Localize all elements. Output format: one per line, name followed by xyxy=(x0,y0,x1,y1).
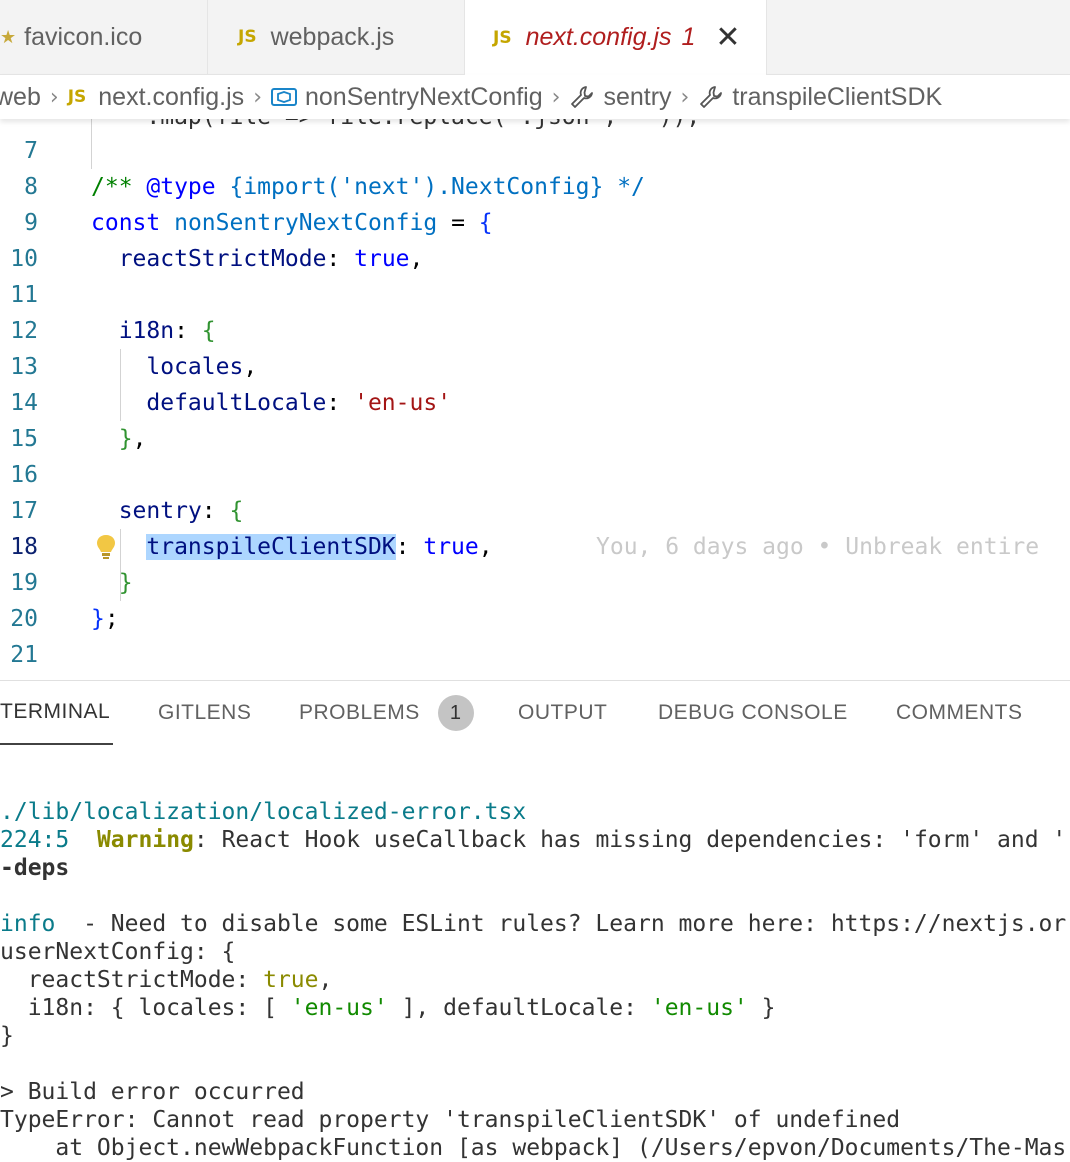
code-line: 15 }, xyxy=(0,421,1070,457)
editor-tab-bar: ★ favicon.ico JS webpack.js JS next.conf… xyxy=(0,0,1070,75)
breadcrumb-label: web xyxy=(0,82,41,111)
tab-output[interactable]: OUTPUT xyxy=(518,681,607,745)
code-line: 16 xyxy=(0,457,1070,493)
code-line: 8 /** @type {import('next').NextConfig} … xyxy=(0,169,1070,205)
git-blame-annotation[interactable]: You, 6 days ago • Unbreak entire xyxy=(596,534,1039,560)
line-number: 11 xyxy=(10,282,38,308)
code-line: 9 const nonSentryNextConfig = { xyxy=(0,205,1070,241)
code-editor[interactable]: .map(file => file.replace('.json', ''));… xyxy=(0,119,1070,679)
breadcrumb-item-sentry[interactable]: sentry xyxy=(569,82,672,112)
panel-tab-bar: TERMINAL GITLENS PROBLEMS 1 OUTPUT DEBUG… xyxy=(0,681,1070,745)
code-text: sentry: { xyxy=(118,498,244,524)
tab-label: PROBLEMS xyxy=(299,701,420,724)
code-line: 11 xyxy=(0,277,1070,313)
code-text: defaultLocale: 'en-us' xyxy=(146,390,452,416)
line-number: 19 xyxy=(10,570,38,596)
breadcrumb-label: transpileClientSDK xyxy=(732,82,943,111)
code-text: locales, xyxy=(146,354,258,380)
javascript-file-icon: JS xyxy=(67,87,87,107)
line-number: 16 xyxy=(10,462,38,488)
line-number: 7 xyxy=(24,138,38,164)
breadcrumb-item-file[interactable]: JS next.config.js xyxy=(68,83,245,112)
breadcrumb-label: next.config.js xyxy=(98,82,245,111)
code-line: 10 reactStrictMode: true, xyxy=(0,241,1070,277)
problems-count: 1 xyxy=(681,23,696,51)
line-number: 12 xyxy=(10,318,38,344)
code-line: 17 sentry: { xyxy=(0,493,1070,529)
chevron-right-icon: › xyxy=(551,84,561,110)
wrench-icon xyxy=(571,86,594,108)
chevron-right-icon: › xyxy=(680,84,690,110)
tab-comments[interactable]: COMMENTS xyxy=(896,681,1023,745)
tab-next-config[interactable]: JS next.config.js 1 ✕ xyxy=(465,0,767,75)
line-number: 14 xyxy=(10,390,38,416)
terminal-line: > Build error occurred xyxy=(0,1079,305,1105)
code-text: reactStrictMode: true, xyxy=(118,246,424,272)
code-line: 7 xyxy=(0,133,1070,169)
code-text: /** @type {import('next').NextConfig} */ xyxy=(91,174,645,200)
line-number: 13 xyxy=(10,354,38,380)
code-line: 20 }; xyxy=(0,601,1070,637)
code-text: } xyxy=(118,570,133,596)
code-line: 14 defaultLocale: 'en-us' xyxy=(0,385,1070,421)
line-number: 15 xyxy=(10,426,38,452)
breadcrumb-label: nonSentryNextConfig xyxy=(305,82,543,111)
terminal-line: } xyxy=(0,1023,14,1049)
javascript-file-icon: JS xyxy=(493,27,512,48)
code-line: 13 locales, xyxy=(0,349,1070,385)
tab-terminal[interactable]: TERMINAL xyxy=(0,681,113,745)
tab-label: webpack.js xyxy=(270,22,395,51)
javascript-file-icon: JS xyxy=(238,27,257,47)
line-number: 18 xyxy=(10,534,38,560)
tab-webpack[interactable]: JS webpack.js xyxy=(208,0,465,74)
terminal-line: TypeError: Cannot read property 'transpi… xyxy=(0,1107,901,1133)
code-text: const nonSentryNextConfig = { xyxy=(91,210,493,236)
variable-icon xyxy=(271,88,297,106)
terminal-line: at Object.newWebpackFunction [as webpack… xyxy=(0,1135,1067,1161)
close-icon[interactable]: ✕ xyxy=(715,20,740,55)
code-text: }, xyxy=(118,426,147,452)
terminal-line: -deps xyxy=(0,855,70,881)
chevron-right-icon: › xyxy=(49,84,59,110)
line-number: 20 xyxy=(10,606,38,632)
line-number: 9 xyxy=(24,210,38,236)
terminal-line: info - Need to disable some ESLint rules… xyxy=(0,911,1067,937)
line-number: 10 xyxy=(10,246,38,272)
code-line: 12 i18n: { xyxy=(0,313,1070,349)
problems-badge: 1 xyxy=(437,695,474,731)
breadcrumb-item-property[interactable]: transpileClientSDK xyxy=(698,83,942,112)
breadcrumb-item-web[interactable]: web xyxy=(0,83,41,112)
terminal-line: 224:5 Warning: React Hook useCallback ha… xyxy=(0,827,1067,853)
code-text: i18n: { xyxy=(118,318,216,344)
breadcrumb-item-variable[interactable]: nonSentryNextConfig xyxy=(271,83,543,112)
code-line-active: 18 transpileClientSDK: true, You, 6 days… xyxy=(0,529,1070,565)
terminal-line: ./lib/localization/localized-error.tsx xyxy=(0,799,527,825)
wrench-icon xyxy=(700,86,723,108)
terminal-line: i18n: { locales: [ 'en-us' ], defaultLoc… xyxy=(0,995,776,1021)
chevron-right-icon: › xyxy=(253,84,262,110)
breadcrumb-label: sentry xyxy=(603,82,672,111)
star-icon: ★ xyxy=(0,26,17,47)
tab-label: favicon.ico xyxy=(24,22,143,51)
code-text: .map(file => file.replace('.json', '')); xyxy=(91,119,700,130)
bottom-panel: TERMINAL GITLENS PROBLEMS 1 OUTPUT DEBUG… xyxy=(0,680,1070,1161)
line-number: 8 xyxy=(24,174,38,200)
tab-label: next.config.js xyxy=(525,23,672,51)
code-text: transpileClientSDK: true, xyxy=(146,534,493,560)
breadcrumb: web › JS next.config.js › nonSentryNextC… xyxy=(0,75,1070,119)
tab-favicon[interactable]: ★ favicon.ico xyxy=(0,0,208,74)
line-number: 21 xyxy=(10,642,38,668)
terminal-line: reactStrictMode: true, xyxy=(0,967,333,993)
tab-problems[interactable]: PROBLEMS 1 xyxy=(299,681,474,745)
terminal-line: userNextConfig: { xyxy=(0,939,236,965)
line-number: 17 xyxy=(10,498,38,524)
code-text: }; xyxy=(91,606,119,632)
tab-gitlens[interactable]: GITLENS xyxy=(158,681,251,745)
code-line: 21 xyxy=(0,637,1070,673)
code-line: 19 } xyxy=(0,565,1070,601)
tab-debug-console[interactable]: DEBUG CONSOLE xyxy=(658,681,848,745)
